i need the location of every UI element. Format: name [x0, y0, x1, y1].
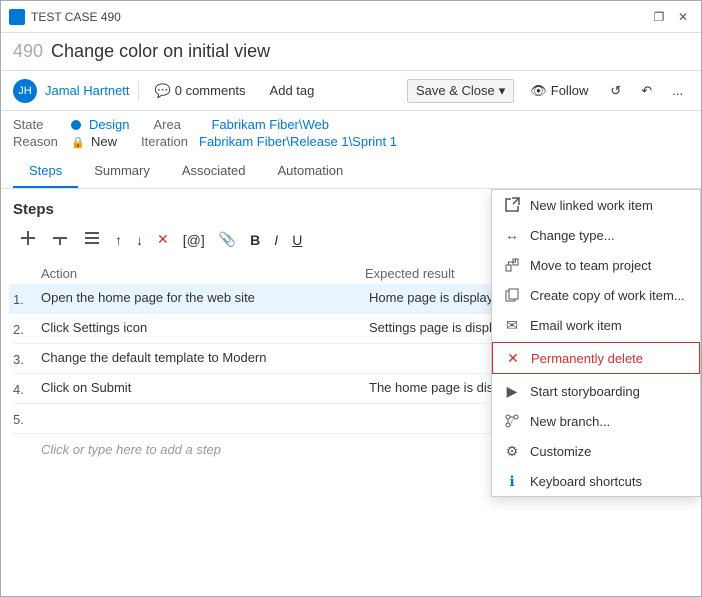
delete-icon: ✕: [505, 350, 521, 366]
col-num-header: [13, 266, 41, 281]
step-number: 5.: [13, 410, 41, 427]
tab-summary[interactable]: Summary: [78, 155, 166, 188]
menu-item-perm-delete[interactable]: ✕ Permanently delete: [492, 342, 700, 374]
title-bar: TEST CASE 490 ❐ ✕: [1, 1, 701, 33]
step-action[interactable]: Open the home page for the web site: [41, 290, 369, 305]
italic-btn[interactable]: I: [268, 229, 284, 251]
save-close-button[interactable]: Save & Close ▾: [407, 79, 514, 103]
menu-item-label: Permanently delete: [531, 351, 643, 366]
state-dot: [71, 120, 81, 130]
area-value[interactable]: Fabrikam Fiber\Web: [211, 117, 329, 132]
move-up-btn[interactable]: ↑: [109, 229, 128, 251]
work-item-name: Change color on initial view: [51, 41, 270, 62]
menu-item-storyboard[interactable]: ▶ Start storyboarding: [492, 376, 700, 406]
lock-icon: 🔒: [71, 136, 83, 148]
more-button[interactable]: ...: [666, 80, 689, 101]
customize-icon: ⚙: [504, 443, 520, 459]
menu-item-label: Change type...: [530, 228, 615, 243]
state-field: State Design: [13, 117, 129, 132]
menu-item-label: Move to team project: [530, 258, 651, 273]
email-icon: ✉: [504, 317, 520, 333]
move-down-btn[interactable]: ↓: [130, 229, 149, 251]
username[interactable]: Jamal Hartnett: [45, 83, 130, 98]
refresh-button[interactable]: ↺: [604, 80, 627, 102]
follow-icon: 👁: [530, 83, 547, 99]
new-linked-icon: [504, 197, 520, 213]
fields-row-2: Reason 🔒 New Iteration Fabrikam Fiber\Re…: [1, 134, 701, 155]
dropdown-menu: New linked work item ↔ Change type... Mo…: [491, 189, 701, 497]
tab-associated[interactable]: Associated: [166, 155, 262, 188]
change-type-icon: ↔: [504, 227, 520, 243]
avatar: JH: [13, 79, 37, 103]
insert-step-after-btn[interactable]: [45, 226, 75, 253]
menu-item-new-linked[interactable]: New linked work item: [492, 190, 700, 220]
step-number: 3.: [13, 350, 41, 367]
iteration-value[interactable]: Fabrikam Fiber\Release 1\Sprint 1: [199, 134, 397, 149]
add-tag-button[interactable]: Add tag: [262, 80, 323, 101]
save-dropdown-arrow: ▾: [499, 83, 506, 99]
step-action[interactable]: Click Settings icon: [41, 320, 369, 335]
create-copy-icon: [504, 287, 520, 303]
menu-item-customize[interactable]: ⚙ Customize: [492, 436, 700, 466]
menu-item-label: Keyboard shortcuts: [530, 474, 642, 489]
work-item-id: 490: [13, 41, 43, 62]
menu-item-keyboard[interactable]: ℹ Keyboard shortcuts: [492, 466, 700, 496]
menu-item-label: Email work item: [530, 318, 622, 333]
area-label: Area: [153, 117, 203, 132]
menu-item-label: Customize: [530, 444, 591, 459]
undo-button[interactable]: ↶: [635, 80, 658, 102]
state-label: State: [13, 117, 63, 132]
step-action[interactable]: Click on Submit: [41, 380, 369, 395]
window-controls: ❐ ✕: [649, 7, 693, 27]
param-btn[interactable]: [@]: [177, 229, 211, 251]
content-area: Steps ↑ ↓ ✕ [@] 📎 B I U: [1, 189, 701, 596]
storyboard-icon: ▶: [504, 383, 520, 399]
area-field: Area Fabrikam Fiber\Web: [153, 117, 329, 132]
follow-button[interactable]: 👁 Follow: [522, 80, 596, 102]
menu-item-label: Create copy of work item...: [530, 288, 685, 303]
insert-step-before-btn[interactable]: [13, 226, 43, 253]
branch-icon: [504, 413, 520, 429]
reason-label: Reason: [13, 134, 63, 149]
menu-item-change-type[interactable]: ↔ Change type...: [492, 220, 700, 250]
iteration-field: Iteration Fabrikam Fiber\Release 1\Sprin…: [141, 134, 397, 149]
underline-btn[interactable]: U: [286, 229, 308, 251]
comment-icon: 💬: [155, 83, 171, 99]
keyboard-icon: ℹ: [504, 473, 520, 489]
step-number: 2.: [13, 320, 41, 337]
tab-steps[interactable]: Steps: [13, 155, 78, 188]
window-title: TEST CASE 490: [31, 10, 649, 24]
work-item-title-row: 490 Change color on initial view: [1, 33, 701, 71]
step-number: 1.: [13, 290, 41, 307]
bold-btn[interactable]: B: [244, 229, 266, 251]
step-number: 4.: [13, 380, 41, 397]
menu-item-move-team[interactable]: Move to team project: [492, 250, 700, 280]
toolbar-divider: [138, 81, 139, 101]
tab-automation[interactable]: Automation: [261, 155, 359, 188]
step-action[interactable]: Change the default template to Modern: [41, 350, 369, 365]
menu-item-label: Start storyboarding: [530, 384, 640, 399]
menu-item-new-branch[interactable]: New branch...: [492, 406, 700, 436]
move-team-icon: [504, 257, 520, 273]
menu-item-create-copy[interactable]: Create copy of work item...: [492, 280, 700, 310]
menu-item-label: New branch...: [530, 414, 610, 429]
state-value[interactable]: Design: [89, 117, 129, 132]
iteration-label: Iteration: [141, 134, 191, 149]
reason-value: New: [91, 134, 117, 149]
app-icon: [9, 9, 25, 25]
comments-button[interactable]: 💬 0 comments: [147, 80, 254, 102]
attach-btn[interactable]: 📎: [213, 228, 242, 251]
toolbar: JH Jamal Hartnett 💬 0 comments Add tag S…: [1, 71, 701, 111]
restore-button[interactable]: ❐: [649, 7, 669, 27]
menu-item-email[interactable]: ✉ Email work item: [492, 310, 700, 340]
tabs-bar: Steps Summary Associated Automation: [1, 155, 701, 189]
close-button[interactable]: ✕: [673, 7, 693, 27]
main-window: TEST CASE 490 ❐ ✕ 490 Change color on in…: [0, 0, 702, 597]
insert-shared-btn[interactable]: [77, 226, 107, 253]
delete-step-btn[interactable]: ✕: [151, 228, 175, 251]
col-action-header: Action: [41, 266, 365, 281]
menu-item-label: New linked work item: [530, 198, 653, 213]
reason-field: Reason 🔒 New: [13, 134, 117, 149]
